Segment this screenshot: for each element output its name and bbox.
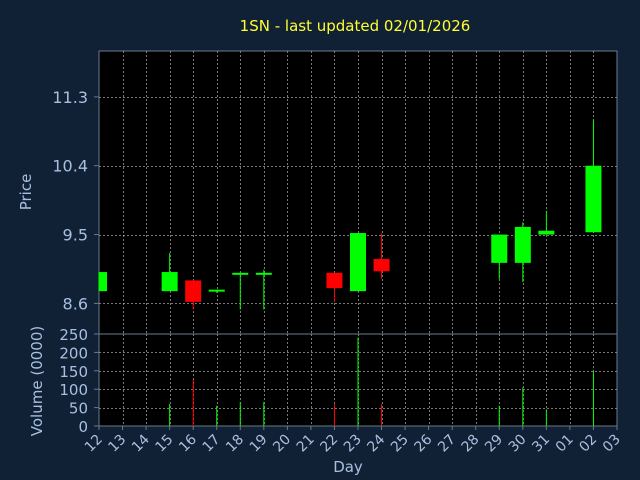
stock-chart: 1SN - last updated 02/01/2026 8.6 9.5 10.4…: [0, 0, 640, 480]
candle-body: [161, 272, 178, 292]
candle-body: [491, 234, 508, 263]
price-tick-label: 8.6: [63, 294, 88, 313]
candle-body: [99, 272, 107, 292]
candle-body: [373, 259, 390, 272]
volume-tick-label: 200: [59, 344, 88, 362]
candle-body: [350, 233, 366, 292]
price-tick-label: 11.3: [52, 88, 88, 107]
volume-tick-label: 250: [59, 326, 88, 344]
candle-body: [538, 230, 555, 235]
candle-body: [514, 226, 531, 263]
volume-tick-label: 0: [78, 418, 88, 436]
candle-body: [232, 272, 249, 275]
volume-axis-label: Volume (0000): [28, 326, 46, 436]
candle-body: [185, 280, 202, 302]
volume-tick-label: 100: [59, 381, 88, 399]
candle-body: [585, 165, 602, 233]
price-tick-label: 9.5: [63, 226, 88, 245]
volume-tick-label: 50: [69, 400, 88, 418]
candle-body: [255, 272, 272, 275]
chart-title: 1SN - last updated 02/01/2026: [240, 17, 471, 35]
price-tick-label: 10.4: [52, 157, 88, 176]
price-axis-label: Price: [17, 174, 35, 211]
candle-body: [326, 272, 343, 289]
candle-body: [208, 289, 225, 292]
volume-tick-label: 150: [59, 363, 88, 381]
day-axis-label: Day: [333, 458, 363, 476]
